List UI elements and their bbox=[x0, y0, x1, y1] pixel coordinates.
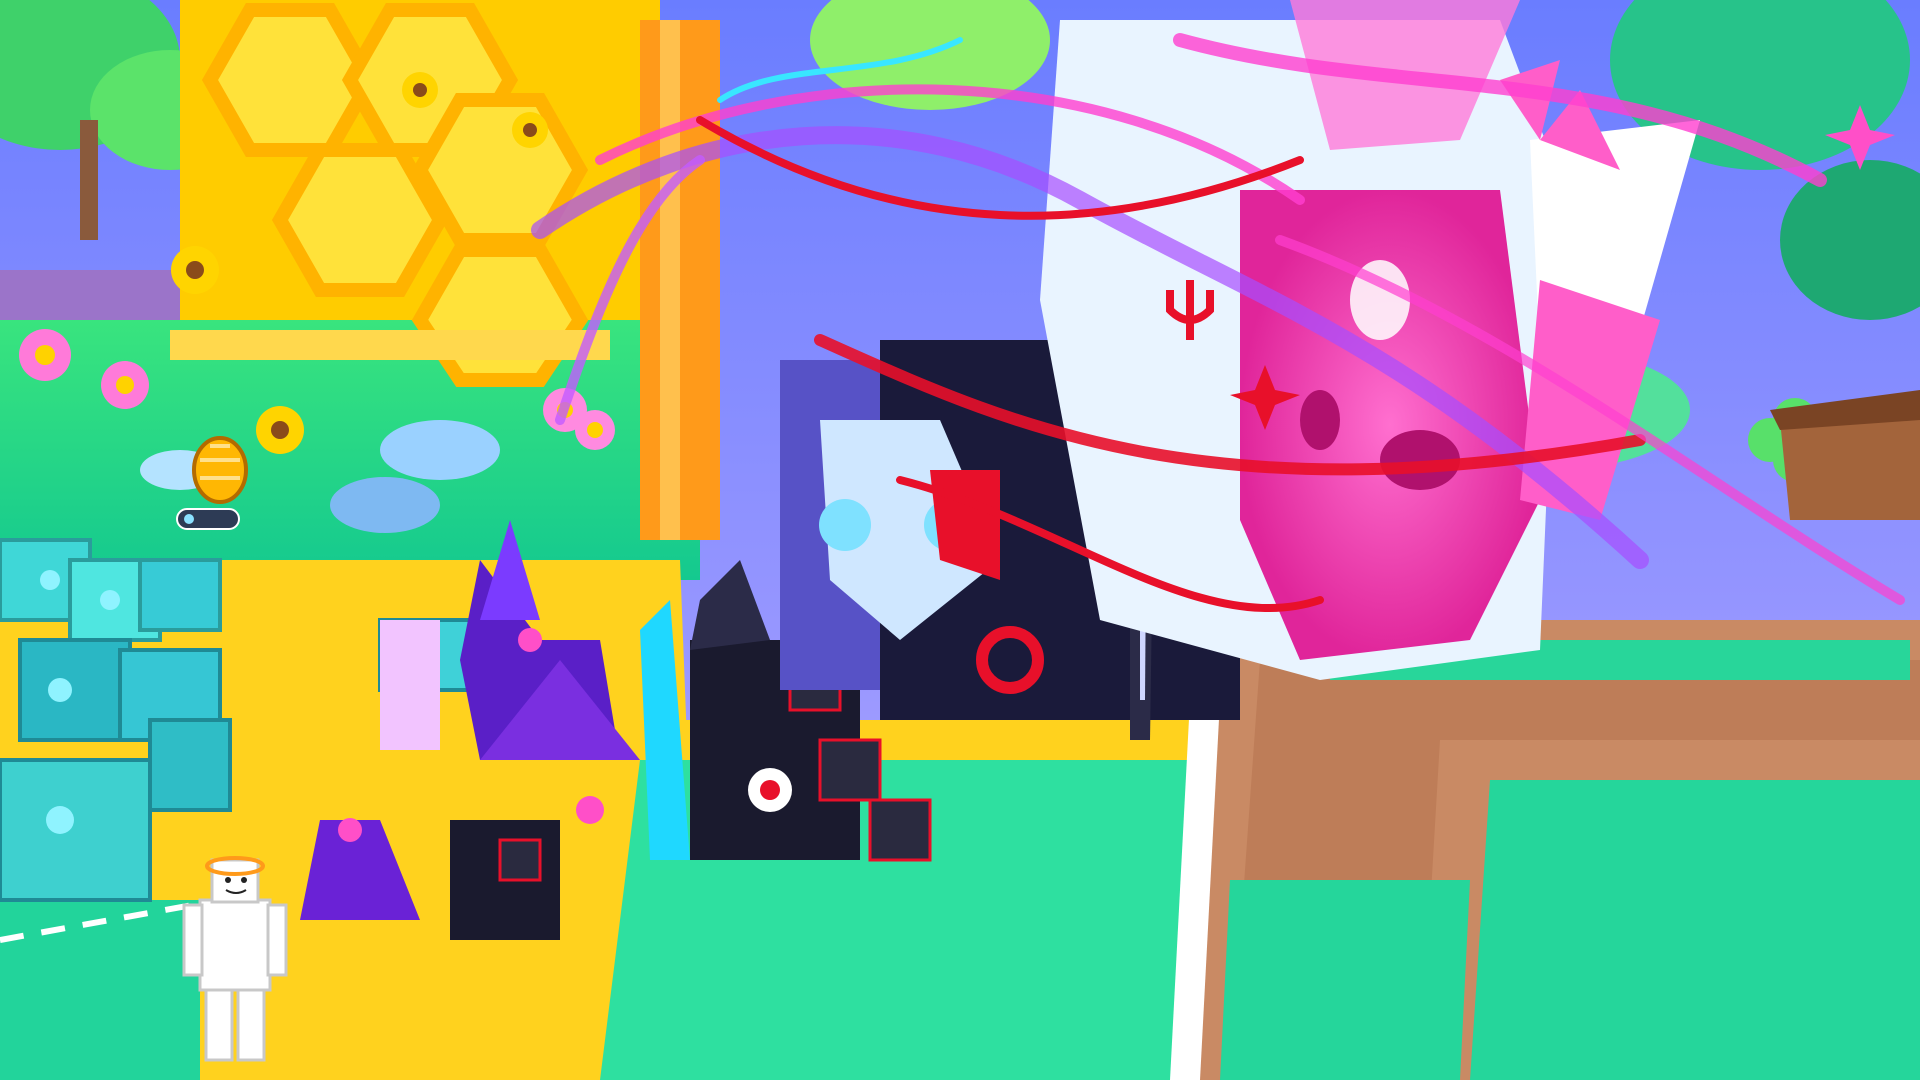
game-world bbox=[0, 0, 1920, 1080]
egg-indicator-icon bbox=[184, 514, 194, 524]
honey-egg-icon bbox=[192, 436, 248, 504]
player-shirt-text bbox=[218, 940, 262, 956]
wooden-hut bbox=[1770, 390, 1920, 520]
game-viewport[interactable] bbox=[0, 0, 1920, 1080]
egg-indicator bbox=[176, 508, 240, 530]
